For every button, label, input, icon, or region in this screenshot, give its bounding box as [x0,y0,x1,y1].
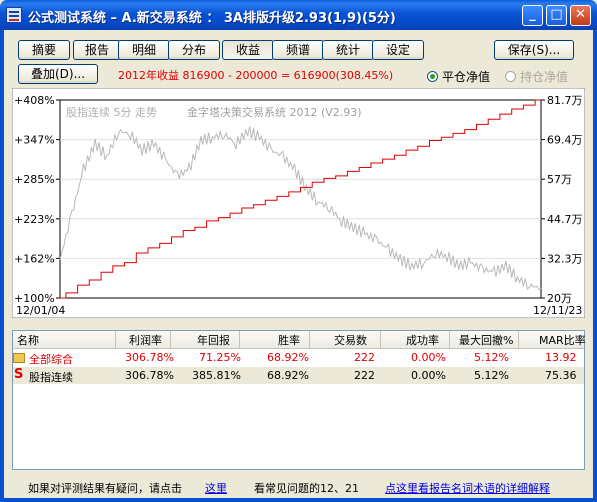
table-header: 名称 利润率 年回报 胜率 交易数 成功率 最大回撤% MAR比率 [13,331,586,349]
row-success-rate: 0.00% [411,369,446,382]
table-row[interactable]: 全部综合 306.78% 71.25% 68.92% 222 0.00% 5.1… [13,349,584,366]
radio-hold-equity-label: 持仓净值 [520,70,569,84]
row-success-rate: 0.00% [411,351,446,364]
window-title: 公式测试系统 – A.新交易系统 ： 3A排版升级2.93(1,9)(5分) [28,11,396,26]
col-success-rate[interactable]: 成功率 [406,332,439,348]
here-link[interactable]: 这里 [205,480,227,496]
row-win-rate: 68.92% [267,351,309,364]
tab-summary[interactable]: 摘要 [18,40,70,60]
row-trades: 222 [354,351,375,364]
table-row[interactable]: S 股指连续 306.78% 385.81% 68.92% 222 0.00% … [13,367,584,384]
row-max-drawdown: 5.12% [474,351,509,364]
radio-close-equity-label: 平仓净值 [442,70,491,84]
radio-close-equity[interactable]: 平仓净值 [427,68,490,85]
maximize-button[interactable]: □ [546,5,567,26]
col-mar-ratio[interactable]: MAR比率 [539,332,586,348]
glossary-link[interactable]: 点这里看报告名词术语的详细解释 [385,480,550,496]
col-trades[interactable]: 交易数 [334,332,367,348]
tab-detail[interactable]: 明细 [118,40,170,60]
row-max-drawdown: 5.12% [474,369,509,382]
footer: 如果对评测结果有疑问，请点击 这里 看常见问题的12、21 点这里看报告名词术语… [0,480,597,498]
right-tick-label: 81.7万 [547,94,583,107]
chart-subtitle: 金字塔决策交易系统 2012 (V2.93) [187,105,362,119]
results-table: 名称 利润率 年回报 胜率 交易数 成功率 最大回撤% MAR比率 全部综合 3… [12,330,586,470]
row-trades: 222 [354,369,375,382]
app-icon [6,7,22,23]
radio-unselected-icon [505,71,516,82]
col-max-drawdown[interactable]: 最大回撤% [459,332,513,348]
tab-returns[interactable]: 收益 [222,40,274,60]
radio-selected-icon [427,71,438,82]
tab-statistics[interactable]: 统计 [322,40,374,60]
row-annual-return: 71.25% [199,351,241,364]
title-bar: 公式测试系统 – A.新交易系统 ： 3A排版升级2.93(1,9)(5分) _… [0,0,597,30]
x-end-label: 12/11/23 [533,304,582,317]
col-profit-rate[interactable]: 利润率 [129,332,162,348]
tab-spectrum[interactable]: 频谱 [272,40,324,60]
left-tick-label: +285% [14,173,55,186]
col-name[interactable]: 名称 [17,332,39,348]
radio-hold-equity: 持仓净值 [505,68,568,85]
row-mar-ratio: 13.92 [545,351,577,364]
tab-settings[interactable]: 设定 [372,40,424,60]
strategy-s-icon: S [14,367,24,382]
folder-icon [13,353,25,363]
col-annual-return[interactable]: 年回报 [197,332,230,348]
right-tick-label: 57万 [547,173,572,186]
minimize-button[interactable]: _ [522,5,543,26]
overlay-button[interactable]: 叠加(D)... [18,64,98,84]
row-name: 股指连续 [29,371,73,384]
x-start-label: 12/01/04 [16,304,65,317]
faq-text: 看常见问题的12、21 [254,482,359,495]
left-tick-label: +223% [14,213,55,226]
right-tick-label: 44.7万 [547,213,583,226]
tab-report[interactable]: 报告 [73,40,121,60]
close-button[interactable]: ✕ [570,5,591,26]
footer-prompt: 如果对评测结果有疑问，请点击 [28,482,182,495]
row-profit-rate: 306.78% [125,351,174,364]
right-tick-label: 32.3万 [547,252,583,265]
row-mar-ratio: 75.36 [545,369,577,382]
left-tick-label: +162% [14,252,55,265]
save-button[interactable]: 保存(S)... [494,40,574,60]
chart-watermark: 股指连续 5分 走势 [66,105,157,119]
left-tick-label: +347% [14,134,55,147]
yearly-profit-formula: 2012年收益 816900 - 200000 = 616900(308.45%… [118,69,394,82]
row-annual-return: 385.81% [192,369,241,382]
row-win-rate: 68.92% [267,369,309,382]
col-win-rate[interactable]: 胜率 [278,332,300,348]
row-profit-rate: 306.78% [125,369,174,382]
chart-svg: +408% 81.7万 +347% 69.4万 +285% 57万 +223% 44.7万 +1… [11,87,586,319]
row-name: 全部综合 [29,353,73,366]
right-tick-label: 69.4万 [547,134,583,147]
equity-chart: +408% 81.7万 +347% 69.4万 +285% 57万 +223% 44.7万 +1… [11,87,586,319]
left-tick-label: +408% [14,94,55,107]
tab-distribution[interactable]: 分布 [168,40,220,60]
